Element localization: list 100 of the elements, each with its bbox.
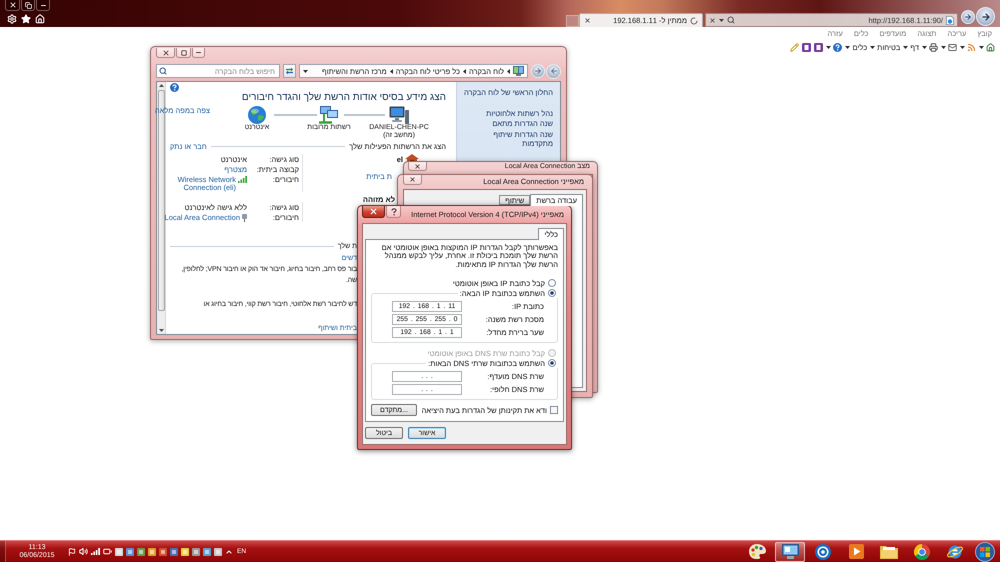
app-tile-icon bbox=[203, 548, 211, 556]
caret-icon bbox=[826, 46, 832, 49]
minimize-button[interactable] bbox=[192, 48, 205, 58]
caret-icon bbox=[960, 46, 965, 49]
app-tile-icon bbox=[137, 548, 145, 556]
globe-icon bbox=[248, 106, 266, 124]
printer-icon bbox=[929, 43, 938, 52]
help-icon bbox=[833, 43, 842, 52]
close-icon bbox=[414, 162, 421, 170]
page-icon bbox=[946, 16, 954, 24]
mail-button[interactable] bbox=[941, 42, 957, 54]
home-button[interactable] bbox=[979, 42, 995, 54]
question-icon bbox=[390, 208, 396, 216]
caret-icon bbox=[922, 46, 927, 49]
feeds-button[interactable] bbox=[960, 42, 976, 54]
network-icon bbox=[319, 106, 339, 124]
orbit-logo-icon bbox=[946, 542, 964, 560]
app-tile-icon bbox=[181, 548, 189, 556]
app-tile-icon bbox=[115, 548, 123, 556]
close-button[interactable] bbox=[156, 48, 175, 58]
radio-button[interactable] bbox=[548, 359, 556, 368]
app-tile-icon bbox=[192, 548, 200, 556]
page-heading: הצג מידע בסיסי אודות הרשת שלך והגדר חיבורים bbox=[240, 92, 446, 104]
caret-icon bbox=[903, 46, 908, 49]
app-tile-icon bbox=[214, 548, 222, 556]
close-icon bbox=[369, 207, 378, 216]
separator-arrow-icon bbox=[463, 68, 466, 74]
radio-button[interactable] bbox=[548, 279, 556, 288]
search-icon[interactable] bbox=[159, 67, 167, 75]
settings-icon bbox=[7, 14, 17, 24]
caret-icon bbox=[979, 46, 984, 49]
maximize-button[interactable] bbox=[176, 48, 191, 58]
connector-line bbox=[274, 114, 317, 116]
restore-icon bbox=[24, 2, 32, 8]
signal-bars-icon bbox=[238, 176, 247, 183]
arrow-right-icon bbox=[534, 67, 542, 75]
maximize-icon bbox=[180, 50, 186, 56]
app-tile-icon bbox=[159, 548, 167, 556]
separator-arrow-icon bbox=[507, 68, 510, 74]
orb-logo-icon bbox=[975, 542, 995, 562]
taskbar-app-button[interactable] bbox=[775, 542, 805, 562]
monitor-icon bbox=[513, 66, 524, 76]
close-icon bbox=[409, 176, 416, 183]
star-icon bbox=[21, 14, 31, 24]
close-button[interactable] bbox=[403, 175, 422, 185]
help-button[interactable] bbox=[386, 206, 401, 218]
radio-button[interactable] bbox=[548, 289, 556, 298]
home-button[interactable] bbox=[35, 14, 45, 24]
plug-icon bbox=[242, 214, 247, 222]
caret-icon bbox=[870, 46, 876, 49]
app-tile-icon bbox=[148, 548, 156, 556]
back-button[interactable] bbox=[976, 7, 995, 26]
app-tile-icon bbox=[126, 548, 134, 556]
rss-icon bbox=[967, 43, 976, 52]
settings-button[interactable] bbox=[7, 14, 17, 24]
up-arrow-icon bbox=[158, 84, 164, 87]
home-icon bbox=[986, 43, 995, 52]
segmented-circle-icon bbox=[914, 544, 930, 560]
separator-arrow-icon bbox=[390, 68, 393, 74]
restore-button[interactable] bbox=[21, 0, 35, 11]
pencil-icon bbox=[790, 43, 800, 52]
forward-button[interactable] bbox=[961, 10, 975, 24]
arrow-right-icon bbox=[964, 12, 972, 20]
minimize-icon bbox=[195, 49, 202, 56]
caret-icon bbox=[158, 329, 164, 332]
print-button[interactable] bbox=[922, 42, 938, 54]
start-button[interactable] bbox=[973, 540, 997, 562]
caret-icon bbox=[719, 18, 724, 22]
computer-icon bbox=[389, 106, 409, 124]
battery-icon[interactable] bbox=[103, 547, 112, 556]
show-desktop-button[interactable] bbox=[0, 541, 6, 562]
flag-icon[interactable] bbox=[68, 548, 76, 556]
play-icon bbox=[848, 544, 864, 559]
search-icon[interactable] bbox=[727, 16, 735, 24]
caret-icon bbox=[941, 46, 946, 49]
home-icon bbox=[35, 14, 45, 24]
chevron-up-icon[interactable] bbox=[225, 548, 233, 556]
refresh-icon bbox=[285, 67, 294, 75]
arrow-right-icon bbox=[980, 12, 990, 22]
close-icon[interactable] bbox=[584, 17, 591, 24]
palette-icon bbox=[748, 544, 766, 559]
help-button[interactable] bbox=[826, 42, 842, 54]
speaker-icon[interactable] bbox=[79, 547, 88, 556]
caret-icon bbox=[845, 46, 850, 49]
checkbox[interactable] bbox=[550, 406, 558, 414]
caret-icon bbox=[303, 70, 308, 72]
signal-bars-icon bbox=[91, 548, 100, 555]
close-button[interactable] bbox=[408, 162, 427, 171]
close-icon[interactable] bbox=[709, 16, 716, 24]
forward-button[interactable] bbox=[531, 64, 545, 78]
concentric-circles-icon bbox=[815, 544, 831, 560]
mail-icon bbox=[948, 43, 957, 52]
refresh-button[interactable] bbox=[283, 64, 296, 78]
connector-line bbox=[344, 114, 385, 116]
app-tile-icon bbox=[170, 548, 178, 556]
window-icon bbox=[782, 544, 798, 559]
close-button[interactable] bbox=[362, 206, 385, 218]
spinner-icon bbox=[690, 16, 698, 24]
favorites-button[interactable] bbox=[21, 14, 31, 24]
close-icon bbox=[8, 1, 16, 9]
